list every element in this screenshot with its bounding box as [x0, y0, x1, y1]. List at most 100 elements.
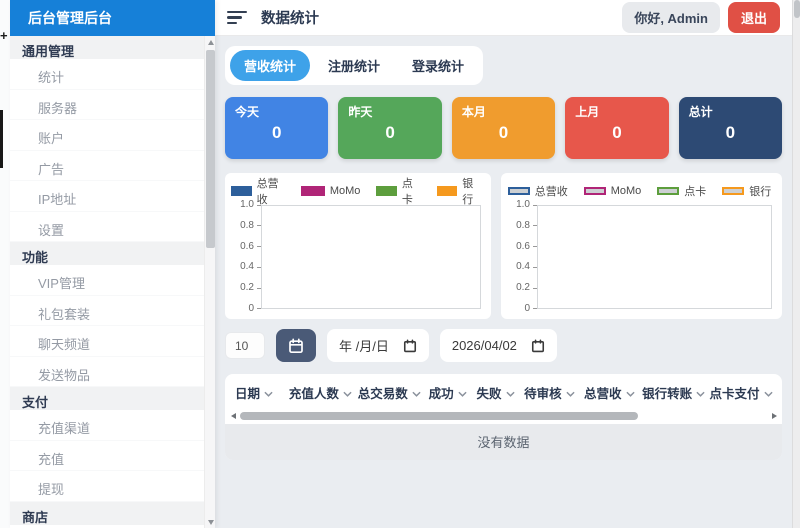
page-scrollbar[interactable] — [792, 0, 800, 528]
legend-item: 银行 — [437, 175, 481, 207]
tab-register-stats[interactable]: 注册统计 — [314, 50, 394, 81]
tab-login-stats[interactable]: 登录统计 — [398, 50, 478, 81]
data-table: 日期 充值人数 总交易数 成功 失败 待审核 总营收 银行转账 点卡支付 没有数… — [225, 374, 782, 460]
horizontal-scrollbar[interactable] — [227, 410, 780, 423]
date-start-input[interactable]: 年 /月/日 — [327, 329, 429, 362]
content: 营收统计 注册统计 登录统计 今天 0 昨天 0 本月 0 上月 0 总计 — [215, 36, 792, 528]
table-header-row: 日期 充值人数 总交易数 成功 失败 待审核 总营收 银行转账 点卡支付 — [225, 374, 782, 410]
column-header-bank-transfer[interactable]: 银行转账 — [639, 383, 708, 402]
plot-area: 1.0 0.8 0.6 0.4 0.2 0 — [231, 205, 481, 309]
sidebar-item-ip-address[interactable]: IP地址 — [10, 181, 204, 212]
chart-legend: 总营收 MoMo 点卡 银行 — [507, 183, 772, 199]
column-header-recharge-users[interactable]: 充值人数 — [286, 383, 355, 402]
sidebar-section-shop: 商店 — [10, 502, 204, 525]
horizontal-scrollbar-thumb[interactable] — [240, 412, 638, 420]
column-header-success[interactable]: 成功 — [424, 383, 472, 402]
calendar-button[interactable] — [276, 329, 316, 362]
chevron-down-icon — [458, 391, 467, 397]
legend-swatch-icon — [231, 186, 252, 196]
calendar-icon — [288, 338, 304, 354]
legend-swatch-icon — [584, 187, 606, 195]
column-header-card-payment[interactable]: 点卡支付 — [708, 383, 774, 402]
app-brand: 后台管理后台 — [10, 0, 215, 36]
revenue-bar-chart: 总营收 MoMo 点卡 银行 1.0 0.8 0.6 0.4 0.2 0 — [225, 173, 491, 319]
sidebar-item-withdraw[interactable]: 提现 — [10, 471, 204, 502]
scroll-right-arrow-icon[interactable] — [770, 412, 778, 420]
user-greeting-badge: 你好, Admin — [622, 2, 720, 33]
stat-card-this-month: 本月 0 — [452, 97, 555, 159]
legend-swatch-icon — [301, 186, 325, 196]
column-header-date[interactable]: 日期 — [235, 383, 286, 402]
topbar: 数据统计 你好, Admin 退出 — [215, 0, 800, 36]
column-header-total-revenue[interactable]: 总营收 — [579, 383, 639, 402]
legend-swatch-icon — [508, 187, 530, 195]
stat-card-label: 昨天 — [348, 103, 431, 120]
sidebar-item-servers[interactable]: 服务器 — [10, 90, 204, 121]
chevron-down-icon — [626, 391, 635, 397]
column-header-failed[interactable]: 失败 — [472, 383, 520, 402]
sidebar-item-gift-packages[interactable]: 礼包套装 — [10, 296, 204, 327]
logout-button[interactable]: 退出 — [728, 2, 780, 33]
background-edge-strip: + — [0, 0, 10, 528]
date-end-value: 2026/04/02 — [452, 338, 517, 353]
sidebar-scrollbar[interactable] — [204, 36, 215, 528]
stat-card-value: 0 — [689, 123, 772, 143]
revenue-line-chart: 总营收 MoMo 点卡 银行 1.0 0.8 0.6 0.4 0.2 0 — [501, 173, 782, 319]
column-header-pending-review[interactable]: 待审核 — [519, 383, 579, 402]
stat-card-today: 今天 0 — [225, 97, 328, 159]
legend-item: 点卡 — [657, 183, 706, 199]
legend-label: 点卡 — [684, 183, 706, 199]
sidebar-menu: 通用管理 统计 服务器 账户 广告 IP地址 设置 功能 VIP管理 礼包套装 … — [10, 36, 204, 528]
stat-card-value: 0 — [348, 123, 431, 143]
sidebar-item-accounts[interactable]: 账户 — [10, 120, 204, 151]
sidebar-scrollbar-thumb[interactable] — [206, 50, 215, 248]
sidebar-section-general: 通用管理 — [10, 36, 204, 59]
legend-label: MoMo — [330, 185, 361, 197]
topbar-right: 你好, Admin 退出 — [622, 2, 786, 33]
empty-plot-canvas — [261, 205, 481, 309]
empty-plot-canvas — [537, 205, 772, 309]
stat-card-label: 总计 — [689, 103, 772, 120]
stat-card-label: 本月 — [462, 103, 545, 120]
legend-item: 银行 — [722, 183, 771, 199]
main-area: 数据统计 你好, Admin 退出 营收统计 注册统计 登录统计 今天 0 昨天… — [215, 0, 800, 528]
column-header-total-transactions[interactable]: 总交易数 — [355, 383, 424, 402]
sidebar-item-recharge-channels[interactable]: 充值渠道 — [10, 410, 204, 441]
chevron-down-icon — [412, 391, 421, 397]
hamburger-menu-icon[interactable] — [227, 8, 247, 27]
stat-card-label: 上月 — [575, 103, 658, 120]
calendar-icon — [531, 339, 545, 353]
scroll-up-arrow-icon[interactable] — [205, 36, 216, 48]
page-scrollbar-thumb[interactable] — [794, 0, 800, 18]
sidebar-item-chat-channels[interactable]: 聊天频道 — [10, 326, 204, 357]
stats-tabbar: 营收统计 注册统计 登录统计 — [225, 46, 483, 85]
tab-revenue-stats[interactable]: 营收统计 — [230, 50, 310, 81]
sidebar-item-vip-management[interactable]: VIP管理 — [10, 265, 204, 296]
legend-label: MoMo — [611, 185, 642, 197]
calendar-icon — [403, 339, 417, 353]
legend-label: 银行 — [462, 175, 481, 207]
plot-area: 1.0 0.8 0.6 0.4 0.2 0 — [507, 205, 772, 309]
sidebar-item-recharge[interactable]: 充值 — [10, 441, 204, 472]
chevron-down-icon — [566, 391, 575, 397]
sidebar-item-ads[interactable]: 广告 — [10, 151, 204, 182]
stat-card-value: 0 — [235, 123, 318, 143]
legend-swatch-icon — [437, 186, 458, 196]
legend-label: 银行 — [749, 183, 771, 199]
edge-plus-glyph: + — [0, 28, 8, 43]
page-size-input[interactable] — [225, 332, 265, 359]
chevron-down-icon — [506, 391, 515, 397]
y-axis-labels: 1.0 0.8 0.6 0.4 0.2 0 — [231, 200, 261, 314]
scroll-down-arrow-icon[interactable] — [205, 516, 216, 528]
stat-card-last-month: 上月 0 — [565, 97, 668, 159]
page-title: 数据统计 — [261, 7, 319, 28]
scroll-left-arrow-icon[interactable] — [229, 412, 237, 420]
chevron-down-icon — [696, 391, 705, 397]
sidebar-item-send-items[interactable]: 发送物品 — [10, 357, 204, 388]
date-end-input[interactable]: 2026/04/02 — [440, 329, 557, 362]
sidebar-item-stats[interactable]: 统计 — [10, 59, 204, 90]
legend-label: 点卡 — [402, 175, 421, 207]
stat-card-total: 总计 0 — [679, 97, 782, 159]
sidebar: 后台管理后台 通用管理 统计 服务器 账户 广告 IP地址 设置 功能 VIP管… — [10, 0, 215, 528]
sidebar-item-settings[interactable]: 设置 — [10, 212, 204, 243]
